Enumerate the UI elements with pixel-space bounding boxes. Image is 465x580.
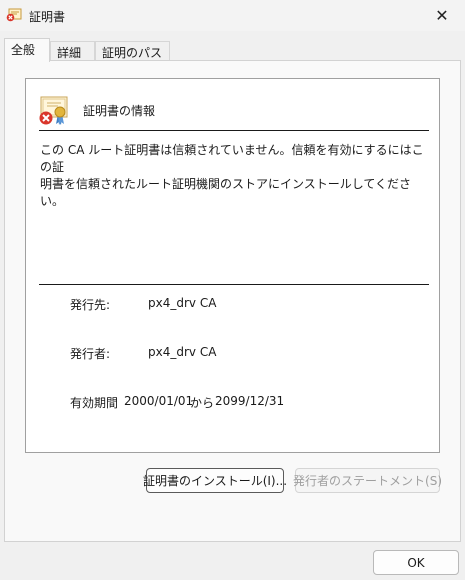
certificate-app-icon bbox=[6, 8, 22, 22]
tab-certification-path[interactable]: 証明のパス bbox=[95, 41, 170, 61]
general-tab-panel: 証明書の情報 この CA ルート証明書は信頼されていません。信頼を有効にするには… bbox=[4, 60, 461, 542]
window-title: 証明書 bbox=[29, 10, 66, 24]
ok-button[interactable]: OK bbox=[373, 550, 459, 575]
header-divider bbox=[39, 130, 429, 131]
tab-details-label: 詳細 bbox=[57, 46, 82, 60]
valid-to-date: 2099/12/31 bbox=[215, 394, 285, 408]
tab-details[interactable]: 詳細 bbox=[50, 41, 95, 61]
issued-to-label: 発行先: bbox=[70, 298, 111, 312]
title-bar: 証明書 ✕ bbox=[0, 0, 465, 31]
details-divider bbox=[39, 284, 429, 285]
valid-from-date: 2000/01/01 bbox=[124, 394, 194, 408]
trust-warning-message: この CA ルート証明書は信頼されていません。信頼を有効にするにはこの証 明書を… bbox=[40, 143, 424, 208]
issued-to-value: px4_drv CA bbox=[148, 296, 217, 310]
tab-certification-path-label: 証明のパス bbox=[102, 46, 163, 60]
validity-label: 有効期間 bbox=[70, 396, 119, 410]
close-icon: ✕ bbox=[435, 6, 449, 25]
certificate-info-box: 証明書の情報 この CA ルート証明書は信頼されていません。信頼を有効にするには… bbox=[25, 78, 440, 453]
close-button[interactable]: ✕ bbox=[419, 0, 465, 31]
validity-separator: から bbox=[190, 396, 215, 410]
issuer-statement-button[interactable]: 発行者のステートメント(S) bbox=[293, 468, 442, 493]
issued-by-label: 発行者: bbox=[70, 347, 111, 361]
tab-general-label: 全般 bbox=[11, 43, 36, 57]
certificate-info-title: 証明書の情報 bbox=[83, 104, 156, 118]
issued-by-value: px4_drv CA bbox=[148, 345, 217, 359]
install-certificate-button[interactable]: 証明書のインストール(I)... bbox=[143, 468, 287, 493]
tab-general[interactable]: 全般 bbox=[4, 38, 50, 62]
certificate-untrusted-icon bbox=[38, 94, 70, 126]
